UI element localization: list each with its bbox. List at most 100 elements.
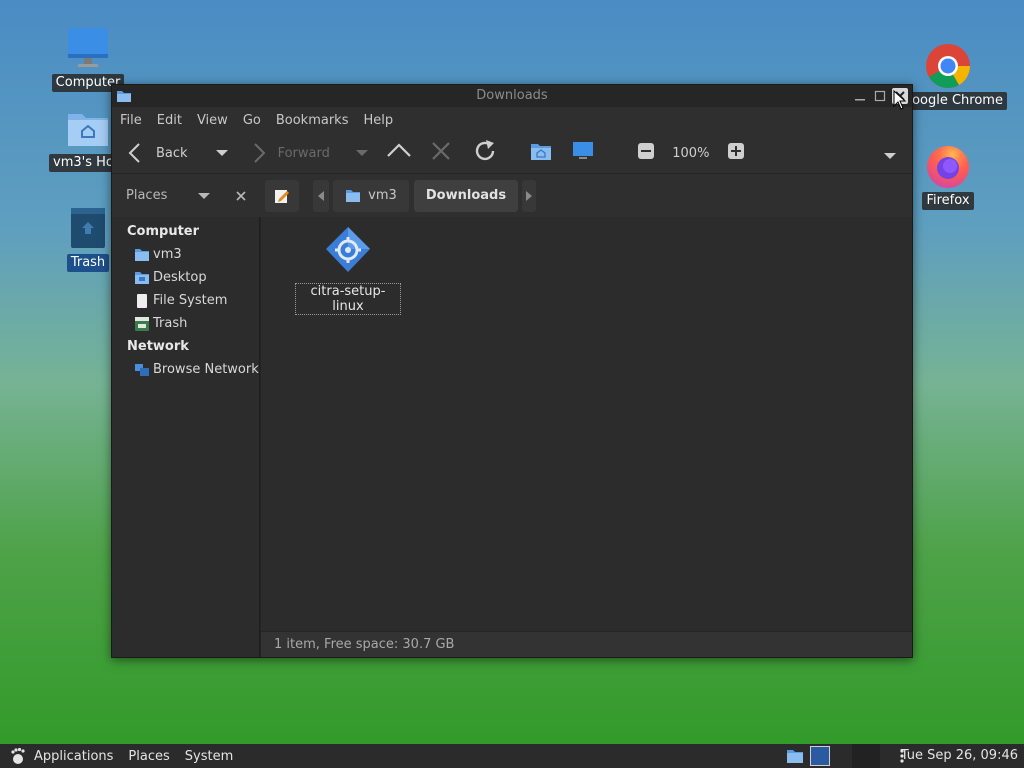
crumb-downloads[interactable]: Downloads	[414, 179, 518, 212]
minimize-button[interactable]	[852, 88, 868, 104]
file-grid[interactable]: citra-setup-linux	[261, 217, 912, 631]
caret-down-icon[interactable]	[198, 192, 210, 200]
caret-down-icon	[884, 153, 896, 159]
desktop-icon-label: Google Chrome	[898, 92, 1007, 110]
desktop-icon-label: Firefox	[922, 192, 974, 210]
minimize-icon	[855, 99, 865, 101]
monitor-icon	[572, 142, 593, 159]
sidebar-item-label: File System	[153, 293, 228, 308]
arrow-right-icon	[253, 143, 265, 163]
crumb-scroll-right[interactable]	[522, 179, 536, 212]
arrow-left-icon	[128, 143, 140, 163]
status-bar: 1 item, Free space: 30.7 GB	[261, 631, 912, 657]
edit-icon	[275, 189, 289, 203]
network-icon	[134, 362, 150, 378]
main-area: Computer vm3 Desktop File System Trash N…	[112, 217, 912, 657]
places-selector-label[interactable]: Places	[126, 188, 167, 203]
caret-right-icon	[526, 190, 532, 201]
desktop-icon-firefox[interactable]: Firefox	[898, 142, 998, 210]
zoom-level: 100%	[672, 145, 710, 161]
sidebar-section-network: Network	[127, 339, 189, 354]
crumb-label: Downloads	[425, 188, 507, 203]
chevron-up-icon	[387, 143, 411, 157]
caret-down-icon	[215, 149, 228, 156]
reload-icon	[475, 140, 495, 161]
panel-separator	[852, 744, 880, 768]
desktop-folder-icon	[134, 270, 150, 286]
computer-button[interactable]	[572, 141, 594, 165]
places-header: Places	[112, 188, 260, 203]
bottom-panel: Applications Places System Tue Sep 26, 0…	[0, 744, 1024, 768]
drive-icon	[134, 293, 150, 309]
toolbar: Back Forward 100%	[112, 133, 912, 173]
back-history-dropdown[interactable]	[215, 146, 228, 161]
sidebar-item-label: Desktop	[153, 270, 207, 285]
sidebar-section-computer: Computer	[127, 224, 200, 239]
panel-menu-applications[interactable]: Applications	[34, 749, 113, 764]
sidebar-item-desktop[interactable]: Desktop	[112, 266, 259, 289]
firefox-icon	[924, 142, 972, 190]
forward-label: Forward	[277, 145, 330, 161]
close-icon[interactable]	[236, 190, 246, 201]
up-button[interactable]	[386, 141, 412, 165]
menu-bookmarks[interactable]: Bookmarks	[276, 113, 349, 128]
installer-icon	[326, 227, 370, 272]
sidebar-item-browse-network[interactable]: Browse Network	[112, 358, 259, 381]
file-view: citra-setup-linux 1 item, Free space: 30…	[260, 217, 912, 657]
menubar: File Edit View Go Bookmarks Help	[112, 107, 912, 133]
home-folder-icon	[134, 247, 150, 263]
maximize-button[interactable]	[872, 88, 888, 104]
menu-file[interactable]: File	[120, 113, 142, 128]
caret-left-icon	[318, 190, 324, 201]
back-label: Back	[156, 145, 188, 161]
forward-history-dropdown[interactable]	[355, 146, 368, 161]
places-sidebar: Computer vm3 Desktop File System Trash N…	[112, 217, 260, 657]
caret-down-icon	[355, 149, 368, 156]
panel-menu-system[interactable]: System	[185, 749, 233, 764]
menu-go[interactable]: Go	[243, 113, 261, 128]
desktop-icon-chrome[interactable]: Google Chrome	[898, 42, 1007, 110]
back-button[interactable]: Back	[126, 142, 188, 164]
sidebar-item-label: Browse Network	[153, 362, 259, 377]
crumb-vm3[interactable]: vm3	[333, 179, 409, 212]
toolbar-overflow-dropdown[interactable]	[884, 149, 896, 164]
toggle-location-entry-button[interactable]	[265, 179, 299, 212]
sidebar-item-vm3[interactable]: vm3	[112, 243, 259, 266]
folder-icon	[116, 88, 132, 112]
sidebar-item-trash[interactable]: Trash	[112, 312, 259, 335]
zoom-out-icon	[637, 143, 654, 159]
file-item-label: citra-setup-linux	[295, 283, 401, 315]
sidebar-item-file-system[interactable]: File System	[112, 289, 259, 312]
stop-icon	[432, 142, 450, 160]
maximize-icon	[874, 90, 886, 102]
desktop-icon-label: vm3's Home	[49, 154, 119, 172]
zoom-in-button[interactable]	[727, 143, 744, 163]
menu-help[interactable]: Help	[363, 113, 393, 128]
titlebar[interactable]: Downloads	[112, 85, 912, 107]
location-bar: Places vm3 Downloads	[112, 173, 912, 217]
menu-edit[interactable]: Edit	[157, 113, 182, 128]
zoom-in-icon	[727, 143, 744, 159]
taskbar-file-manager-button[interactable]	[786, 747, 804, 768]
panel-menu-places[interactable]: Places	[128, 749, 169, 764]
home-folder-icon	[530, 144, 551, 160]
home-folder-icon	[64, 104, 112, 152]
gnome-foot-icon	[10, 747, 28, 765]
desktop-icon-label: Trash	[66, 254, 110, 272]
file-item[interactable]: citra-setup-linux	[295, 225, 401, 315]
mouse-cursor-icon	[893, 90, 907, 110]
taskbar-workspace-button[interactable]	[810, 746, 830, 766]
desktop-icon-computer[interactable]: Computer	[40, 24, 136, 92]
panel-clock[interactable]: Tue Sep 26, 09:46	[901, 744, 1018, 768]
reload-button[interactable]	[472, 138, 498, 168]
forward-button[interactable]: Forward	[250, 142, 330, 164]
file-manager-window: Downloads File Edit View Go Bookmarks He…	[111, 84, 913, 658]
stop-button[interactable]	[430, 140, 452, 166]
crumb-label: vm3	[368, 188, 397, 203]
crumb-scroll-left[interactable]	[313, 179, 329, 212]
zoom-out-button[interactable]	[637, 143, 654, 163]
home-button[interactable]	[530, 141, 552, 165]
menu-view[interactable]: View	[197, 113, 228, 128]
home-folder-icon	[346, 189, 361, 202]
sidebar-item-label: vm3	[153, 247, 182, 262]
